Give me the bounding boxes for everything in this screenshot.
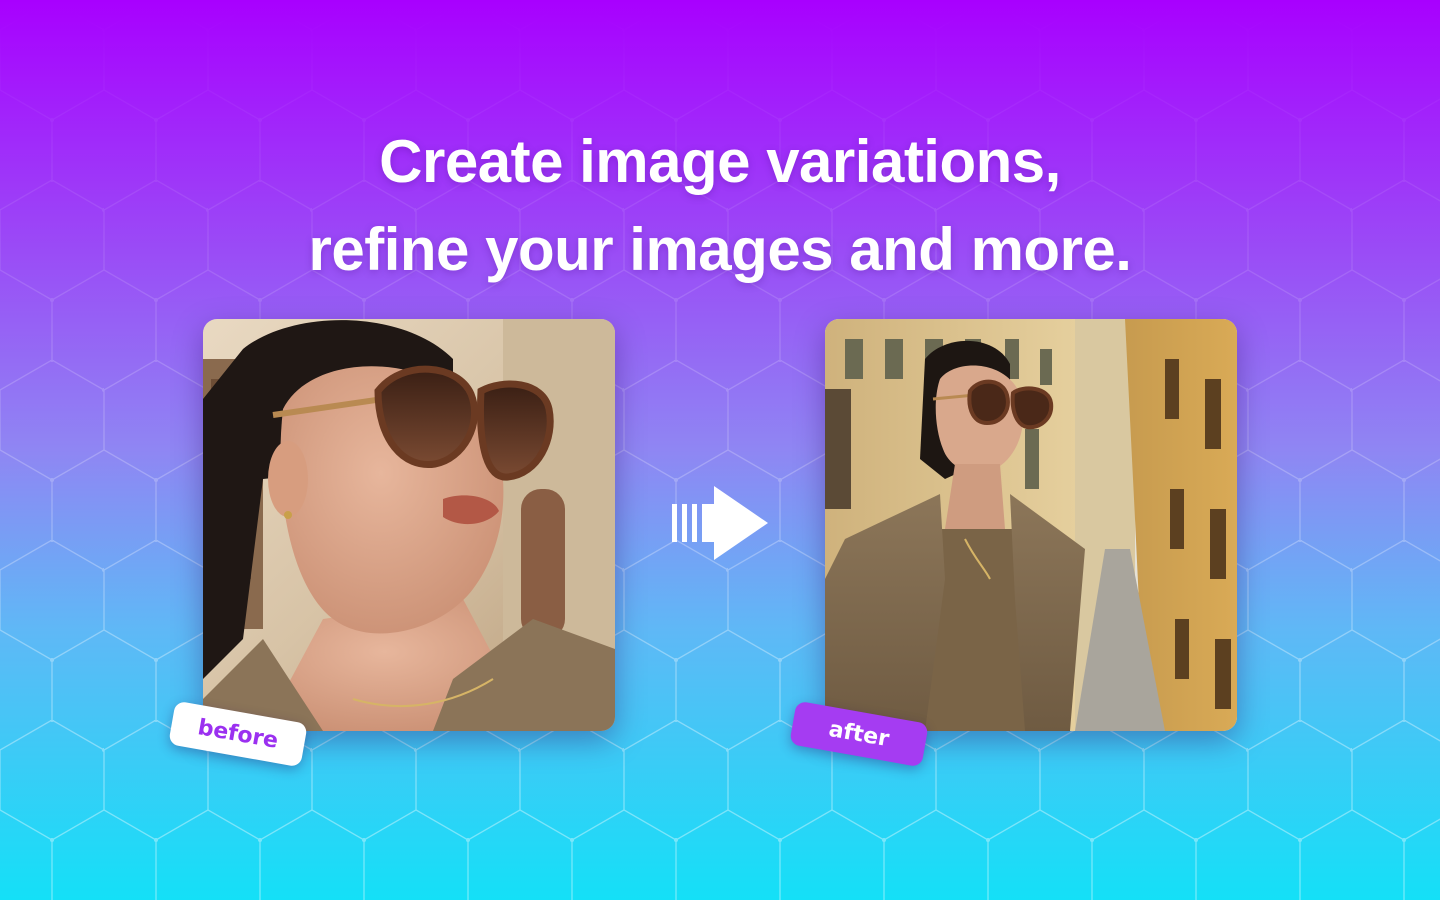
headline-line-2: refine your images and more. (308, 216, 1132, 283)
headline: Create image variations, refine your ima… (0, 118, 1440, 294)
after-image (825, 319, 1237, 731)
before-image (203, 319, 615, 731)
headline-line-1: Create image variations, (379, 128, 1061, 195)
fast-forward-arrow-icon (672, 486, 768, 560)
